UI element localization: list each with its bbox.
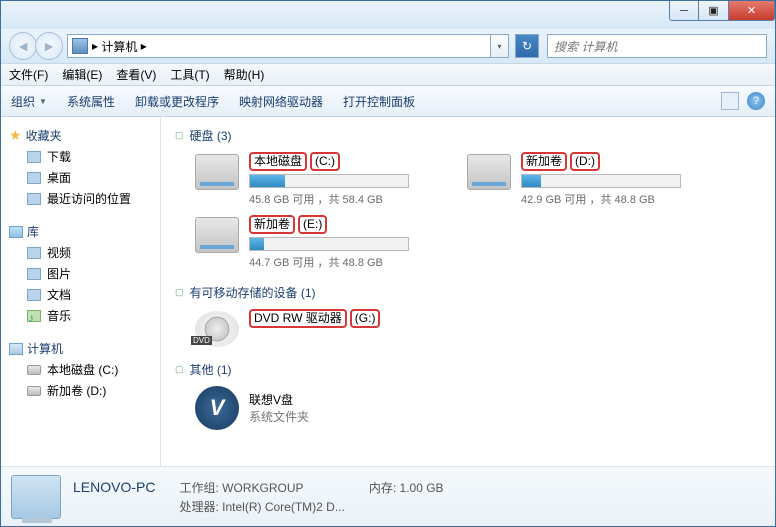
favorites-group[interactable]: ★收藏夹 (5, 125, 156, 146)
picture-icon (27, 268, 41, 280)
drive-c[interactable]: 本地磁盘(C:) 45.8 GB 可用 ，共 58.4 GB (195, 152, 435, 207)
section-other[interactable]: ▢其他 (1) (175, 361, 761, 378)
sidebar-item-pictures[interactable]: 图片 (5, 263, 156, 284)
other-item[interactable]: V 联想V盘 系统文件夹 (175, 386, 761, 430)
drive-c-name: 本地磁盘 (249, 152, 307, 171)
details-workgroup: 工作组: WORKGROUP (179, 479, 344, 496)
sidebar-item-recent[interactable]: 最近访问的位置 (5, 188, 156, 209)
menu-edit[interactable]: 编辑(E) (62, 66, 102, 83)
libraries-group[interactable]: 库 (5, 221, 156, 242)
drive-c-free: 45.8 GB 可用 ，共 58.4 GB (249, 191, 435, 207)
uninstall-button[interactable]: 卸载或更改程序 (135, 93, 219, 110)
drive-e-bar (249, 237, 409, 251)
drive-e-free: 44.7 GB 可用 ，共 48.8 GB (249, 254, 435, 270)
doc-icon (27, 289, 41, 301)
drive-d-free: 42.9 GB 可用 ，共 48.8 GB (521, 191, 707, 207)
collapse-icon: ▢ (175, 287, 184, 298)
sidebar-item-music[interactable]: ♪音乐 (5, 305, 156, 326)
sidebar-item-desktop[interactable]: 桌面 (5, 167, 156, 188)
nav-buttons: ◄ ► (9, 32, 63, 60)
other-item-sub: 系统文件夹 (249, 408, 309, 425)
sidebar-item-drive-d[interactable]: 新加卷 (D:) (5, 380, 156, 401)
library-icon (9, 226, 23, 238)
menu-file[interactable]: 文件(F) (9, 66, 48, 83)
drive-dvd-name: DVD RW 驱动器 (249, 309, 347, 328)
hdd-icon (195, 154, 239, 190)
collapse-icon: ▢ (175, 130, 184, 141)
other-item-name: 联想V盘 (249, 391, 309, 408)
star-icon: ★ (9, 127, 22, 144)
details-pane: LENOVO-PC 工作组: WORKGROUP 内存: 1.00 GB 处理器… (1, 466, 775, 526)
forward-button[interactable]: ► (35, 32, 63, 60)
breadcrumb-location[interactable]: 计算机 (101, 38, 137, 55)
computer-large-icon (11, 475, 61, 519)
drive-dvd-letter: (G:) (350, 309, 381, 328)
minimize-button[interactable]: ─ (669, 1, 699, 21)
menu-tools[interactable]: 工具(T) (170, 66, 209, 83)
maximize-button[interactable]: ▣ (699, 1, 729, 21)
details-memory: 内存: 1.00 GB (369, 479, 444, 496)
close-button[interactable]: ✕ (729, 1, 775, 21)
toolbar: 组织 ▼ 系统属性 卸载或更改程序 映射网络驱动器 打开控制面板 ? (1, 85, 775, 117)
details-name: LENOVO-PC (73, 479, 155, 495)
content-pane: ▢硬盘 (3) 本地磁盘(C:) 45.8 GB 可用 ，共 58.4 GB (161, 117, 775, 466)
sys-props-button[interactable]: 系统属性 (67, 93, 115, 110)
sidebar-item-downloads[interactable]: 下载 (5, 146, 156, 167)
map-drive-button[interactable]: 映射网络驱动器 (239, 93, 323, 110)
sidebar-item-drive-c[interactable]: 本地磁盘 (C:) (5, 359, 156, 380)
breadcrumb-sep2: ▸ (141, 39, 147, 53)
dvd-icon: DVD (195, 311, 239, 347)
drive-d-bar (521, 174, 681, 188)
address-bar[interactable]: ▸ 计算机 ▸ (67, 34, 491, 58)
drive-dvd[interactable]: DVD DVD RW 驱动器(G:) (195, 309, 435, 347)
section-hdd[interactable]: ▢硬盘 (3) (175, 127, 761, 144)
hdd-icon (195, 217, 239, 253)
music-icon: ♪ (27, 310, 41, 322)
drive-e[interactable]: 新加卷(E:) 44.7 GB 可用 ，共 48.8 GB (195, 215, 435, 270)
drive-icon (27, 365, 41, 375)
titlebar: ─ ▣ ✕ (1, 1, 775, 29)
menu-view[interactable]: 查看(V) (116, 66, 156, 83)
video-icon (27, 247, 41, 259)
help-button[interactable]: ? (747, 92, 765, 110)
control-panel-button[interactable]: 打开控制面板 (343, 93, 415, 110)
hdd-icon (467, 154, 511, 190)
drive-d[interactable]: 新加卷(D:) 42.9 GB 可用 ，共 48.8 GB (467, 152, 707, 207)
search-input[interactable]: 搜索 计算机 (547, 34, 767, 58)
download-icon (27, 151, 41, 163)
pc-icon (9, 343, 23, 355)
details-cpu: 处理器: Intel(R) Core(TM)2 D... (179, 498, 344, 515)
drive-e-name: 新加卷 (249, 215, 295, 234)
menu-bar: 文件(F) 编辑(E) 查看(V) 工具(T) 帮助(H) (1, 63, 775, 85)
drive-d-name: 新加卷 (521, 152, 567, 171)
drive-d-letter: (D:) (570, 152, 600, 171)
desktop-icon (27, 172, 41, 184)
sidebar-item-docs[interactable]: 文档 (5, 284, 156, 305)
back-button[interactable]: ◄ (9, 32, 37, 60)
menu-help[interactable]: 帮助(H) (224, 66, 265, 83)
address-dropdown[interactable]: ▾ (491, 34, 509, 58)
collapse-icon: ▢ (175, 364, 184, 375)
explorer-window: ─ ▣ ✕ ◄ ► ▸ 计算机 ▸ ▾ ↻ 搜索 计算机 文件(F) 编辑(E)… (0, 0, 776, 527)
breadcrumb-sep: ▸ (92, 39, 98, 53)
view-mode-button[interactable] (721, 92, 739, 110)
drive-icon (27, 386, 41, 396)
sidebar-item-videos[interactable]: 视频 (5, 242, 156, 263)
refresh-button[interactable]: ↻ (515, 34, 539, 58)
nav-pane: ★收藏夹 下载 桌面 最近访问的位置 库 视频 图片 文档 ♪音乐 计算机 本地… (1, 117, 161, 466)
drive-e-letter: (E:) (298, 215, 327, 234)
computer-group[interactable]: 计算机 (5, 338, 156, 359)
organize-button[interactable]: 组织 ▼ (11, 93, 47, 110)
section-removable[interactable]: ▢有可移动存储的设备 (1) (175, 284, 761, 301)
body: ★收藏夹 下载 桌面 最近访问的位置 库 视频 图片 文档 ♪音乐 计算机 本地… (1, 117, 775, 466)
drive-c-letter: (C:) (310, 152, 340, 171)
lenovo-v-icon: V (195, 386, 239, 430)
nav-row: ◄ ► ▸ 计算机 ▸ ▾ ↻ 搜索 计算机 (1, 29, 775, 63)
drive-c-bar (249, 174, 409, 188)
computer-icon (72, 38, 88, 54)
address-bar-wrap: ▸ 计算机 ▸ ▾ (67, 34, 509, 58)
recent-icon (27, 193, 41, 205)
